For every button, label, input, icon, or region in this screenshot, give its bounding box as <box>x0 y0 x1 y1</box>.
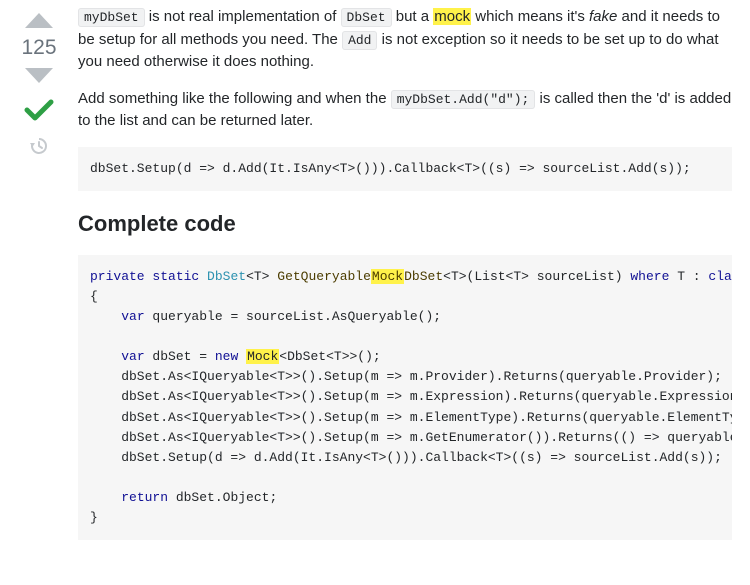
downvote-icon <box>21 66 57 86</box>
vote-column: 125 <box>12 6 78 560</box>
paragraph-1: myDbSet is not real implementation of Db… <box>78 6 732 74</box>
paragraph-2: Add something like the following and whe… <box>78 88 732 133</box>
section-heading: Complete code <box>78 211 732 237</box>
check-icon <box>21 96 57 124</box>
accepted-answer-check <box>21 96 57 124</box>
vote-score: 125 <box>21 36 56 60</box>
inline-code: Add <box>342 31 377 50</box>
inline-code: DbSet <box>341 8 392 27</box>
answer-container: 125 myDbSet is not real implementation o… <box>0 0 750 585</box>
code-block-setup[interactable]: dbSet.Setup(d => d.Add(It.IsAny<T>())).C… <box>78 147 732 191</box>
upvote-button[interactable] <box>21 6 57 34</box>
inline-code: myDbSet <box>78 8 145 27</box>
activity-history-button[interactable] <box>29 136 49 156</box>
code-block-complete[interactable]: private static DbSet<T> GetQueryableMock… <box>78 255 732 541</box>
highlight: mock <box>433 8 471 25</box>
history-icon <box>29 136 49 156</box>
upvote-icon <box>21 10 57 30</box>
prose-text: myDbSet is not real implementation of Db… <box>78 6 732 133</box>
inline-code: myDbSet.Add("d"); <box>391 90 536 109</box>
answer-body: myDbSet is not real implementation of Db… <box>78 6 732 560</box>
downvote-button[interactable] <box>21 62 57 90</box>
